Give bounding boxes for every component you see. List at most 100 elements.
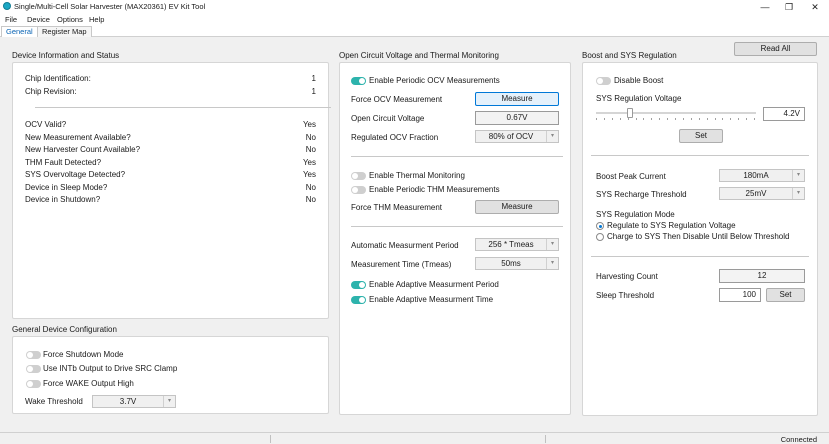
connection-status: Connected <box>780 435 817 444</box>
chevron-down-icon: ▾ <box>546 258 558 269</box>
slider-tick <box>619 118 621 120</box>
sys-reg-voltage-slider[interactable] <box>596 107 756 121</box>
status-value: Yes <box>302 170 316 179</box>
status-label: New Measurement Available? <box>25 132 131 142</box>
ocv-value-field: 0.67V <box>475 111 559 125</box>
slider-thumb[interactable] <box>626 108 633 118</box>
maximize-button[interactable]: ❐ <box>780 0 798 14</box>
auto-period-value: 256 * Tmeas <box>488 240 534 249</box>
chevron-down-icon: ▾ <box>163 396 175 407</box>
sleep-threshold-input[interactable]: 100 <box>719 288 761 302</box>
device-info-title: Device Information and Status <box>12 51 120 60</box>
tab-register-map[interactable]: Register Map <box>37 26 92 37</box>
title-bar: Single/Multi-Cell Solar Harvester (MAX20… <box>0 0 829 14</box>
status-label: THM Fault Detected? <box>25 157 102 167</box>
divider <box>351 226 563 227</box>
status-divider <box>270 435 271 443</box>
app-icon <box>3 2 11 10</box>
menu-bar: File Device Options Help <box>0 14 829 25</box>
menu-options[interactable]: Options <box>57 15 83 24</box>
status-value: No <box>305 182 316 192</box>
reg-mode-radio-2[interactable] <box>596 233 604 241</box>
status-label: Device in Sleep Mode? <box>25 182 108 192</box>
force-wake-toggle[interactable] <box>26 380 41 388</box>
status-label: OCV Valid? <box>25 120 67 129</box>
status-value: No <box>305 195 316 204</box>
menu-file[interactable]: File <box>5 15 17 24</box>
periodic-ocv-toggle[interactable] <box>351 77 366 85</box>
ocv-label: Open Circuit Voltage <box>351 114 425 123</box>
force-ocv-label: Force OCV Measurement <box>351 95 443 104</box>
slider-tick <box>635 118 637 120</box>
measure-thm-button[interactable]: Measure <box>475 200 559 214</box>
adaptive-period-label: Enable Adaptive Measurment Period <box>369 280 499 289</box>
use-intb-toggle[interactable] <box>26 365 41 373</box>
divider <box>351 156 563 157</box>
divider <box>591 155 809 156</box>
auto-period-select[interactable]: 256 * Tmeas ▾ <box>475 238 559 251</box>
general-config-panel: Force Shutdown Mode Use INTb Output to D… <box>12 336 329 414</box>
recharge-label: SYS Recharge Threshold <box>596 190 687 199</box>
slider-tick <box>730 118 732 120</box>
status-value: Yes <box>302 120 316 129</box>
slider-tick <box>698 118 700 120</box>
device-info-panel: Chip Identification: 1 Chip Revision: 1 … <box>12 62 331 319</box>
sys-reg-voltage-input[interactable]: 4.2V <box>763 107 805 121</box>
reg-mode-opt1-label: Regulate to SYS Regulation Voltage <box>607 221 736 230</box>
peak-current-value: 180mA <box>743 171 769 180</box>
chevron-down-icon: ▾ <box>546 131 558 142</box>
wake-threshold-select[interactable]: 3.7V ▾ <box>92 395 176 408</box>
periodic-ocv-label: Enable Periodic OCV Measurements <box>369 76 500 85</box>
slider-tick <box>690 118 692 120</box>
measure-ocv-button[interactable]: Measure <box>475 92 559 106</box>
periodic-thm-toggle[interactable] <box>351 186 366 194</box>
menu-help[interactable]: Help <box>89 15 104 24</box>
boost-title: Boost and SYS Regulation <box>582 51 677 60</box>
peak-current-select[interactable]: 180mA ▾ <box>719 169 805 182</box>
slider-tick <box>603 118 605 120</box>
peak-current-label: Boost Peak Current <box>596 172 666 181</box>
reg-ocv-value: 80% of OCV <box>488 132 534 141</box>
slider-tick <box>651 118 653 120</box>
divider <box>35 107 331 108</box>
ocv-title: Open Circuit Voltage and Thermal Monitor… <box>339 51 499 60</box>
general-config-title: General Device Configuration <box>12 325 117 334</box>
slider-tick <box>675 118 676 120</box>
reg-mode-radio-1[interactable] <box>596 222 604 230</box>
meas-time-value: 50ms <box>501 259 521 268</box>
slider-tick <box>746 118 748 120</box>
adaptive-period-toggle[interactable] <box>351 281 366 289</box>
wake-threshold-label: Wake Threshold <box>25 397 83 406</box>
sys-reg-voltage-label: SYS Regulation Voltage <box>596 94 682 103</box>
slider-tick <box>722 118 724 120</box>
slider-tick <box>714 118 716 120</box>
periodic-thm-label: Enable Periodic THM Measurements <box>369 185 500 194</box>
thermal-toggle[interactable] <box>351 172 366 180</box>
disable-boost-label: Disable Boost <box>614 76 664 85</box>
use-intb-label: Use INTb Output to Drive SRC Clamp <box>43 364 178 373</box>
slider-tick <box>596 118 597 120</box>
reg-mode-label: SYS Regulation Mode <box>596 210 675 219</box>
sleep-threshold-label: Sleep Threshold <box>596 291 655 300</box>
force-shutdown-toggle[interactable] <box>26 351 41 359</box>
force-wake-label: Force WAKE Output High <box>43 379 134 388</box>
tab-general[interactable]: General <box>1 26 38 37</box>
read-all-button[interactable]: Read All <box>734 42 817 56</box>
disable-boost-toggle[interactable] <box>596 77 611 85</box>
slider-tick <box>643 118 645 120</box>
recharge-select[interactable]: 25mV ▾ <box>719 187 805 200</box>
reg-ocv-select[interactable]: 80% of OCV ▾ <box>475 130 559 143</box>
menu-device[interactable]: Device <box>27 15 50 24</box>
force-shutdown-label: Force Shutdown Mode <box>43 350 124 359</box>
set-sleep-button[interactable]: Set <box>766 288 805 302</box>
boost-panel: Disable Boost SYS Regulation Voltage 4.2… <box>582 62 818 416</box>
chip-rev-value: 1 <box>311 87 316 96</box>
auto-period-label: Automatic Measurment Period <box>351 241 459 250</box>
set-voltage-button[interactable]: Set <box>679 129 723 143</box>
close-button[interactable]: ✕ <box>806 0 824 14</box>
force-thm-label: Force THM Measurement <box>351 203 442 212</box>
meas-time-select[interactable]: 50ms ▾ <box>475 257 559 270</box>
adaptive-time-toggle[interactable] <box>351 296 366 304</box>
minimize-button[interactable]: — <box>756 0 774 14</box>
slider-tick <box>627 118 629 120</box>
